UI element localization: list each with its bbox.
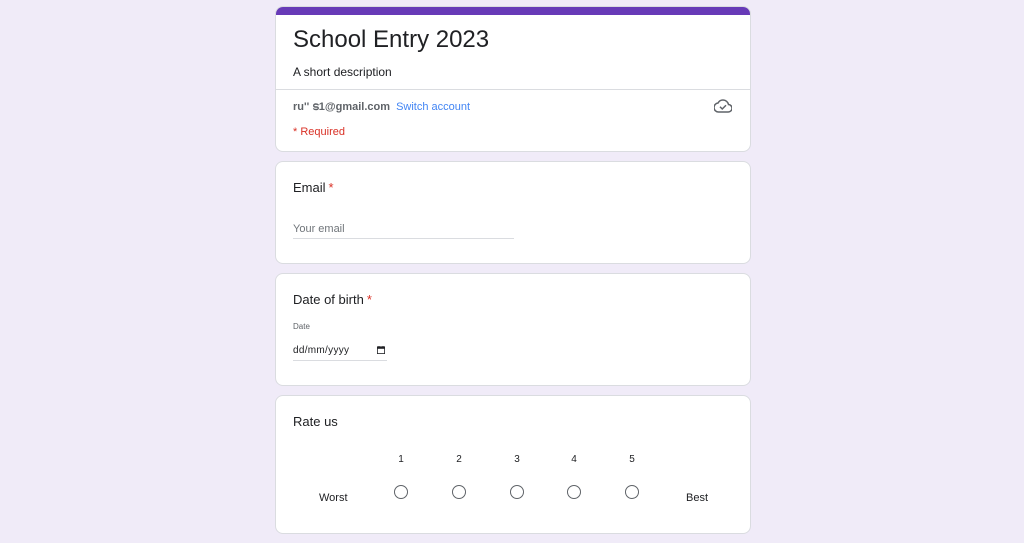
- rating-radio-5[interactable]: [625, 485, 639, 499]
- scale-number: 2: [456, 454, 462, 465]
- question-title-dob: Date of birth *: [293, 292, 372, 307]
- required-asterisk: *: [366, 292, 372, 307]
- question-card-rating: Rate us Worst 1 2 3 4 5 Best: [275, 395, 751, 534]
- cloud-saved-icon[interactable]: [714, 99, 732, 113]
- account-email: ru'' ട1@gmail.com: [293, 101, 391, 113]
- scale-number: 4: [571, 454, 577, 465]
- scale-high-label: Best: [686, 492, 709, 504]
- accent-bar: [276, 7, 750, 15]
- scale-number: 3: [514, 454, 520, 465]
- question-title-email: Email *: [293, 180, 334, 195]
- question-label: Email: [293, 180, 326, 195]
- date-value: dd/mm/yyyy: [293, 345, 350, 356]
- account-row: ru'' ട1@gmail.com Switch account: [293, 101, 470, 114]
- rating-radio-4[interactable]: [567, 485, 581, 499]
- question-card-dob: Date of birth * Date dd/mm/yyyy: [275, 273, 751, 386]
- email-field[interactable]: [293, 220, 514, 239]
- rating-radio-3[interactable]: [510, 485, 524, 499]
- switch-account-link[interactable]: Switch account: [396, 101, 470, 113]
- date-sublabel: Date: [293, 322, 310, 331]
- header-divider: [276, 89, 750, 90]
- form-description: A short description: [293, 65, 392, 79]
- required-asterisk: *: [328, 180, 334, 195]
- question-title-rating: Rate us: [293, 414, 338, 429]
- form-header-card: School Entry 2023 A short description ru…: [275, 6, 751, 152]
- question-card-email: Email *: [275, 161, 751, 264]
- rating-radio-2[interactable]: [452, 485, 466, 499]
- scale-number: 1: [398, 454, 404, 465]
- form-container: School Entry 2023 A short description ru…: [275, 6, 751, 543]
- required-note: * Required: [293, 126, 345, 138]
- question-label: Date of birth: [293, 292, 364, 307]
- rating-radio-1[interactable]: [394, 485, 408, 499]
- form-title: School Entry 2023: [293, 26, 490, 53]
- scale-low-label: Worst: [319, 492, 348, 504]
- date-input[interactable]: dd/mm/yyyy: [293, 343, 387, 361]
- calendar-icon[interactable]: [377, 346, 385, 354]
- scale-number: 5: [629, 454, 635, 465]
